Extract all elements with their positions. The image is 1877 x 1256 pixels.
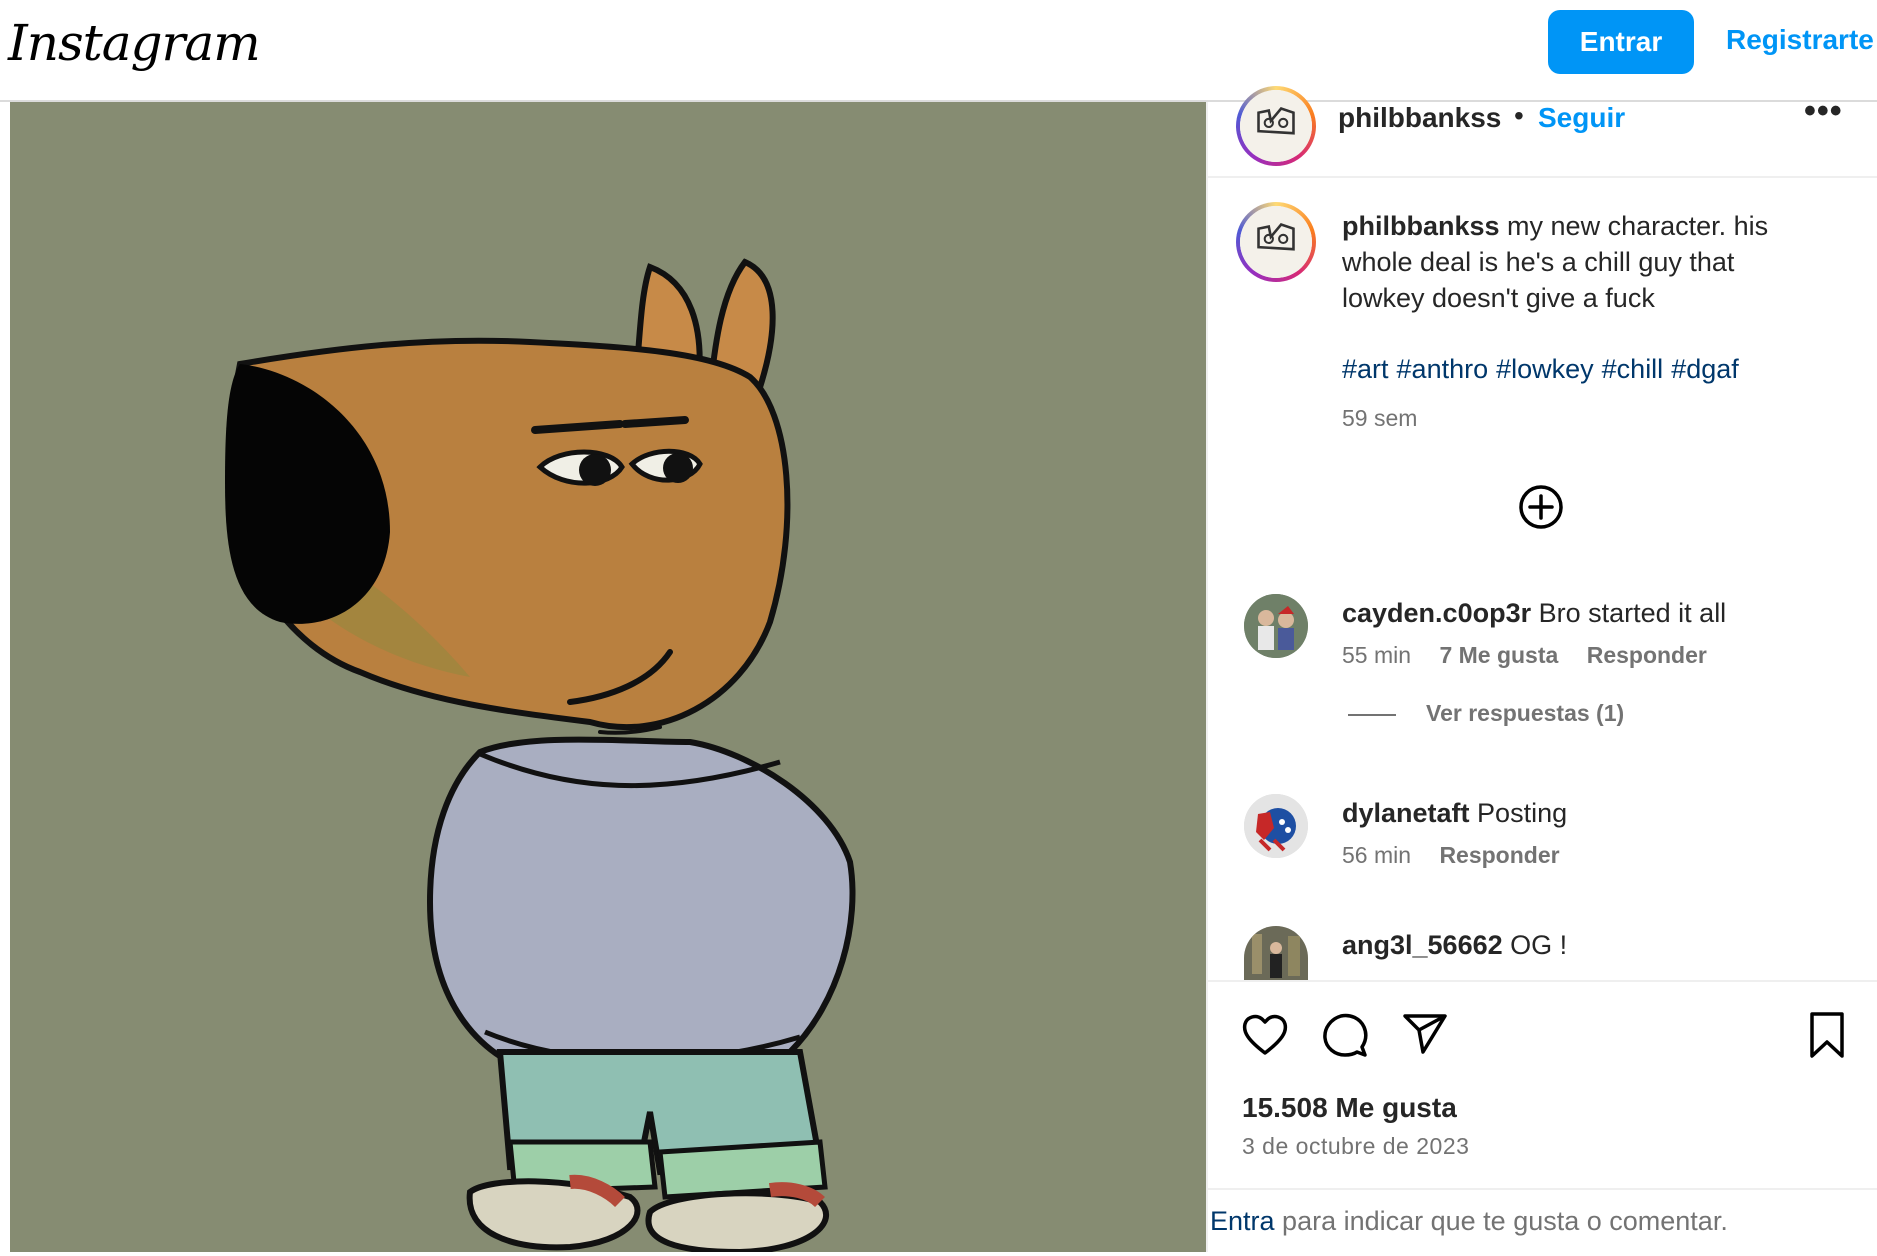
hashtag-link[interactable]: #art <box>1342 354 1389 384</box>
comment-likes[interactable]: 7 Me gusta <box>1439 642 1558 668</box>
add-circle-icon[interactable] <box>1518 484 1564 530</box>
follow-button[interactable]: Seguir <box>1538 102 1625 134</box>
comment-body: OG ! <box>1510 930 1568 960</box>
view-replies-label: Ver respuestas (1) <box>1426 700 1625 726</box>
comment-body: Posting <box>1477 798 1568 828</box>
comment-text: cayden.c0op3r Bro started it all <box>1342 598 1726 629</box>
comment-username[interactable]: ang3l_56662 <box>1342 930 1503 960</box>
hashtag-link[interactable]: #dgaf <box>1671 354 1739 384</box>
chill-dog-illustration <box>10 102 1206 1252</box>
separator-dot: • <box>1514 100 1524 131</box>
instagram-logo[interactable]: Instagram <box>8 14 261 72</box>
actions-divider <box>1208 980 1877 982</box>
share-icon[interactable] <box>1400 1010 1450 1060</box>
heart-icon[interactable] <box>1240 1010 1290 1060</box>
more-icon[interactable]: ••• <box>1804 92 1843 131</box>
author-avatar-image <box>1240 90 1312 162</box>
comment-username[interactable]: cayden.c0op3r <box>1342 598 1531 628</box>
hashtag-link[interactable]: #anthro <box>1397 354 1489 384</box>
post-sidebar: philbbankss • Seguir ••• philbbankss my … <box>1206 86 1877 1254</box>
view-replies-button[interactable]: Ver respuestas (1) <box>1348 700 1624 727</box>
comment-time[interactable]: 55 min <box>1342 642 1411 668</box>
hashtags: #art #anthro #lowkey #chill #dgaf <box>1342 354 1747 385</box>
reply-button[interactable]: Responder <box>1439 842 1559 868</box>
comment-username[interactable]: dylanetaft <box>1342 798 1470 828</box>
login-prompt-text: para indicar que te gusta o comentar. <box>1274 1206 1728 1236</box>
comment-text: ang3l_56662 OG ! <box>1342 930 1567 961</box>
post-date[interactable]: 3 de octubre de 2023 <box>1242 1133 1469 1160</box>
hashtag-link[interactable]: #chill <box>1602 354 1664 384</box>
comment-icon[interactable] <box>1320 1010 1370 1060</box>
signup-link[interactable]: Registrarte <box>1726 24 1874 56</box>
comment-avatar[interactable] <box>1244 594 1308 658</box>
hashtag-link[interactable]: #lowkey <box>1496 354 1594 384</box>
comment-meta: 55 min 7 Me gusta Responder <box>1342 642 1729 669</box>
comment-text: dylanetaft Posting <box>1342 798 1567 829</box>
comment-prompt: Entra para indicar que te gusta o coment… <box>1208 1188 1877 1254</box>
login-prompt: Entra para indicar que te gusta o coment… <box>1210 1206 1728 1237</box>
bookmark-icon[interactable] <box>1802 1010 1852 1060</box>
likes-count[interactable]: 15.508 Me gusta <box>1242 1092 1457 1124</box>
comment-avatar[interactable] <box>1244 926 1308 982</box>
comment-avatar[interactable] <box>1244 794 1308 858</box>
comment-body: Bro started it all <box>1538 598 1727 628</box>
top-bar: Instagram Entrar Registrarte <box>0 0 1877 102</box>
replies-line <box>1348 713 1396 716</box>
comment-meta: 56 min Responder <box>1342 842 1582 869</box>
caption-avatar-image <box>1240 206 1312 278</box>
author-username[interactable]: philbbankss <box>1338 102 1501 134</box>
post-caption: philbbankss my new character. his whole … <box>1342 208 1822 316</box>
login-button[interactable]: Entrar <box>1548 10 1694 74</box>
login-link[interactable]: Entra <box>1210 1206 1275 1236</box>
caption-username[interactable]: philbbankss <box>1342 211 1500 241</box>
post-image[interactable] <box>10 102 1206 1252</box>
reply-button[interactable]: Responder <box>1587 642 1707 668</box>
comment-time[interactable]: 56 min <box>1342 842 1411 868</box>
caption-time[interactable]: 59 sem <box>1342 405 1417 432</box>
post-header: philbbankss • Seguir ••• <box>1208 86 1877 178</box>
caption-avatar[interactable] <box>1236 202 1316 282</box>
author-avatar[interactable] <box>1236 86 1316 166</box>
